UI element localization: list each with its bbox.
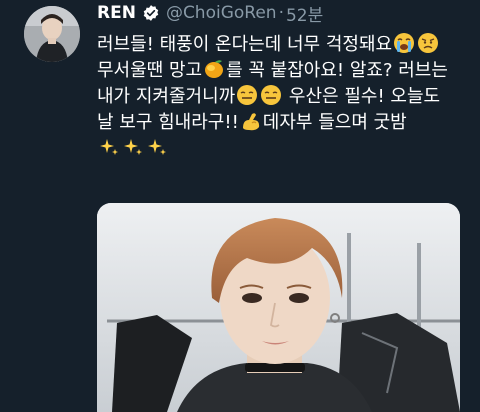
tweet[interactable]: REN @ChoiGoRen · 52분 러브들! 태풍이 온다는데 너무 걱정… bbox=[0, 0, 480, 412]
display-name[interactable]: REN bbox=[97, 3, 136, 23]
tweet-photo[interactable] bbox=[97, 203, 460, 412]
tweet-line-5 bbox=[97, 136, 469, 162]
avatar-image bbox=[24, 6, 80, 62]
sparkles-emoji-icon bbox=[146, 136, 168, 166]
tweet-line-2: 무서울땐 망고 를 꼭 붙잡아요! 알죠? 러브는 bbox=[97, 58, 469, 84]
sparkles-emoji-icon bbox=[98, 136, 120, 166]
tweet-header: REN @ChoiGoRen · 52분 bbox=[97, 0, 323, 26]
tweet-line-4: 날 보구 힘내라구!! 데자부 들으며 굿밤 bbox=[97, 110, 469, 136]
tweet-line-3: 내가 지켜줄거니까 우산은 필수! 오늘도 bbox=[97, 84, 469, 110]
avatar[interactable] bbox=[24, 6, 80, 62]
tweet-text: 러브들! 태풍이 온다는데 너무 걱정돼요 무서울땐 망고 를 꼭 붙잡아요! … bbox=[97, 32, 469, 162]
sparkles-emoji-icon bbox=[122, 136, 144, 166]
tweet-text-segment: 러브들! 태풍이 온다는데 너무 걱정돼요 bbox=[97, 34, 393, 55]
tweet-text-segment: 를 꼭 붙잡아요! 알죠? 러브는 bbox=[226, 60, 448, 81]
tweet-text-segment: 내가 지켜줄거니까 bbox=[97, 86, 236, 107]
timestamp[interactable]: 52분 bbox=[286, 1, 323, 26]
selfie-photo-image bbox=[97, 203, 460, 412]
tweet-line-1: 러브들! 태풍이 온다는데 너무 걱정돼요 bbox=[97, 32, 469, 58]
flexed-biceps-emoji-icon bbox=[240, 110, 262, 140]
separator-dot: · bbox=[278, 3, 284, 23]
tweet-text-segment: 무서울땐 망고 bbox=[97, 60, 203, 81]
tweet-text-segment: 날 보구 힘내라구!! bbox=[97, 112, 239, 133]
tweet-text-segment: 데자부 들으며 굿밤 bbox=[262, 112, 407, 133]
verified-badge-icon bbox=[142, 4, 160, 22]
tweet-text-segment: 우산은 필수! 오늘도 bbox=[283, 86, 441, 107]
user-handle[interactable]: @ChoiGoRen bbox=[166, 3, 277, 23]
